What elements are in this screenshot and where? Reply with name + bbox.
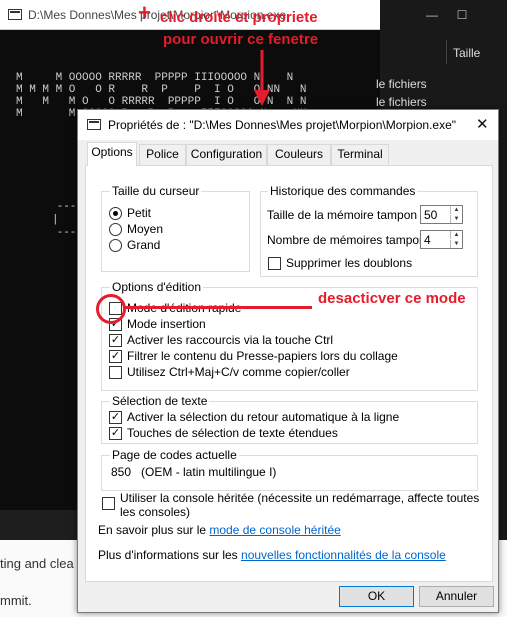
checkbox-label: Touches de sélection de texte étendues [127,426,338,440]
annotation-text: desacticver ce mode [318,290,466,307]
checkbox-label: Mode insertion [127,317,206,331]
tab-terminal[interactable]: Terminal [331,144,389,165]
legacy-console-checkbox[interactable] [102,497,115,510]
more-info-text: Plus d'informations sur les nouvelles fo… [98,548,446,562]
annotation-text: clic droite et propriete [160,9,318,26]
options-panel: Taille du curseur Petit Moyen Grand Hist… [85,165,493,582]
checkbox-label: Filtrer le contenu du Presse-papiers lor… [127,349,398,363]
column-separator [446,40,447,64]
ctrl-shortcuts-checkbox[interactable]: ✓ [109,334,122,347]
dialog-title-bar: Propriétés de : "D:\Mes Donnes\Mes proje… [78,110,498,140]
codepage-value: 850 (OEM - latin multilingue I) [111,465,277,479]
spin-down-icon[interactable]: ▼ [450,240,462,248]
ctrl-shift-copy-checkbox[interactable] [109,366,122,379]
checkbox-label: Activer la sélection du retour automatiq… [127,410,400,424]
tab-police[interactable]: Police [139,144,186,165]
checkbox-label: Supprimer les doublons [286,256,413,270]
annotation-text: pour ouvrir ce fenetre [163,31,319,48]
file-type-cell: le fichiers [376,95,427,109]
tab-options[interactable]: Options [87,142,137,166]
radio-label: Moyen [127,222,164,236]
legacy-console-label-cont: les consoles) [120,505,191,519]
buffer-size-value: 50 [424,208,438,222]
line-wrap-selection-checkbox[interactable]: ✓ [109,411,122,424]
plus-annotation: + [138,0,151,25]
radio-grand[interactable] [109,239,122,252]
filter-clipboard-checkbox[interactable]: ✓ [109,350,122,363]
group-label: Historique des commandes [268,184,418,198]
maximize-button[interactable]: ☐ [454,8,470,22]
console-app-icon [8,9,22,20]
learn-more-prefix: En savoir plus sur le [98,523,210,537]
group-label: Taille du curseur [110,184,202,198]
more-info-prefix: Plus d'informations sur les [98,548,242,562]
buffer-count-stepper[interactable]: 4 ▲ ▼ [420,230,463,249]
spin-up-icon[interactable]: ▲ [450,206,462,214]
dialog-title: Propriétés de : "D:\Mes Donnes\Mes proje… [108,118,457,132]
cancel-button[interactable]: Annuler [419,586,494,607]
properties-dialog: Propriétés de : "D:\Mes Donnes\Mes proje… [77,109,499,613]
column-header-taille[interactable]: Taille [453,46,480,60]
legacy-console-label: Utiliser la console héritée (nécessite u… [120,491,480,505]
radio-petit[interactable] [109,207,122,220]
minimize-button[interactable]: — [424,8,440,22]
buffer-size-label: Taille de la mémoire tampon : [267,208,424,222]
file-type-cell: le fichiers [376,77,427,91]
learn-more-text: En savoir plus sur le mode de console hé… [98,523,341,537]
background-text-line: ting and clea [0,556,74,571]
tab-couleurs[interactable]: Couleurs [267,144,331,165]
close-icon[interactable]: ✕ [476,115,489,133]
background-text-line: mmit. [0,593,32,608]
buffer-count-label: Nombre de mémoires tampon : [267,233,433,247]
checkbox-label: Activer les raccourcis via la touche Ctr… [127,333,334,347]
buffer-size-stepper[interactable]: 50 ▲ ▼ [420,205,463,224]
group-label: Options d'édition [110,280,204,294]
spin-down-icon[interactable]: ▼ [450,215,462,223]
legacy-mode-link[interactable]: mode de console héritée [209,523,340,537]
arrow-down-annotation [254,50,270,106]
grid-fragment-top: --- [50,201,77,213]
checkbox-label: Utilisez Ctrl+Maj+C/v comme copier/colle… [127,365,350,379]
pointer-line [124,306,312,309]
grid-fragment-bottom: --- [50,227,77,239]
cursor-size-group [101,191,250,272]
discard-duplicates-checkbox[interactable] [268,257,281,270]
extended-selection-checkbox[interactable]: ✓ [109,427,122,440]
buffer-count-value: 4 [424,233,431,247]
radio-moyen[interactable] [109,223,122,236]
group-label: Page de codes actuelle [110,448,239,462]
radio-label: Grand [127,238,161,252]
spin-up-icon[interactable]: ▲ [450,231,462,239]
console-app-icon [87,119,101,130]
group-label: Sélection de texte [110,394,210,408]
highlight-circle [96,294,126,324]
tab-configuration[interactable]: Configuration [186,144,267,165]
radio-label: Petit [127,206,152,220]
ok-button[interactable]: OK [339,586,414,607]
grid-fragment-mid: | [52,214,59,226]
new-features-link[interactable]: nouvelles fonctionnalités de la console [241,548,446,562]
